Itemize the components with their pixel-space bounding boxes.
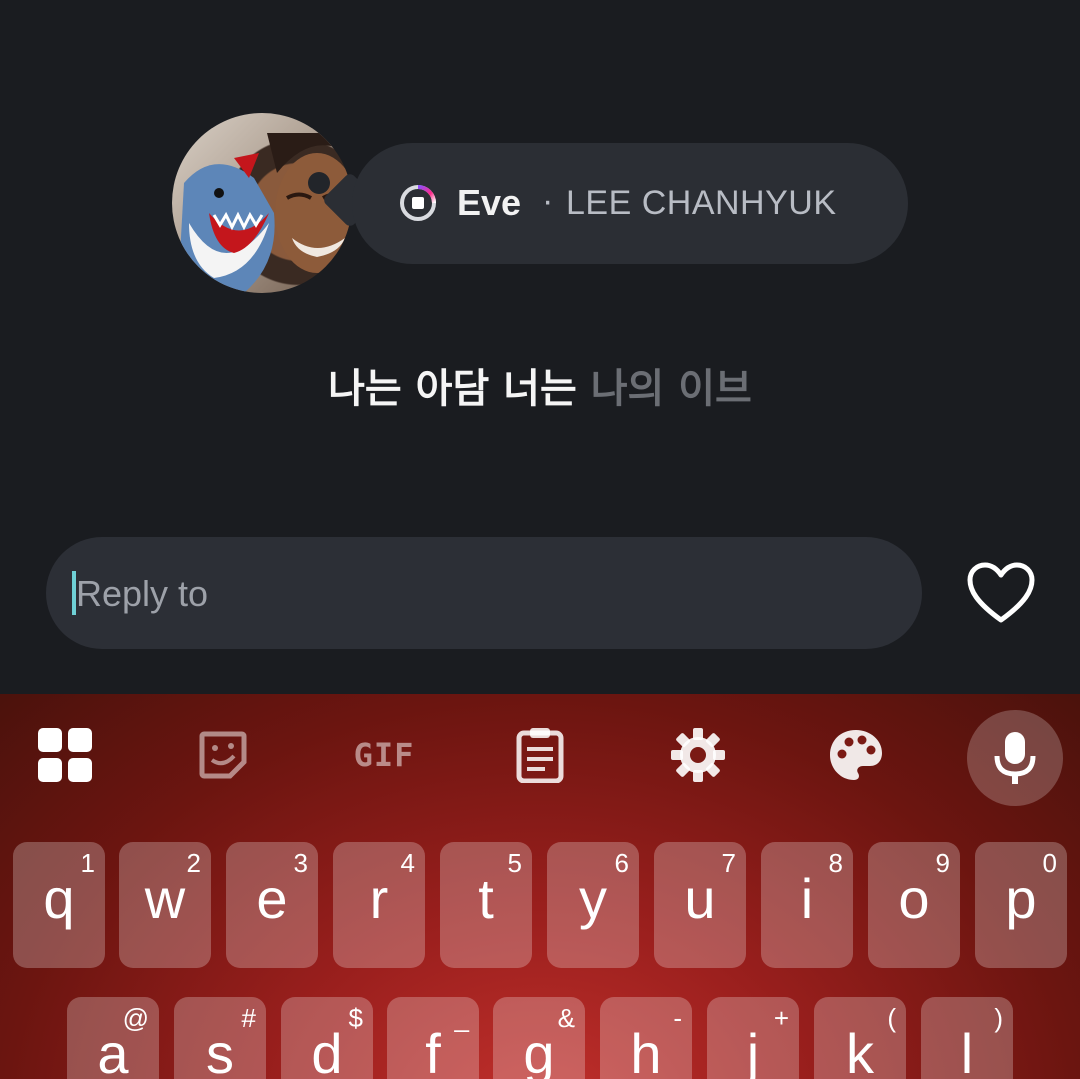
key-label: a: [97, 1022, 129, 1079]
key-label: e: [256, 867, 288, 930]
keyboard: GIF 1 q 2 w 3 e 4 r 5 t 6 y 7 u 8 i 9 o …: [0, 694, 1080, 1079]
lyrics-sung: 나는 아담 너는: [328, 366, 577, 412]
sticker-icon[interactable]: [188, 720, 258, 790]
song-title: Eve: [457, 182, 522, 223]
key-label: g: [523, 1022, 555, 1079]
key-o[interactable]: 9 o: [868, 842, 960, 968]
avatar-status-dot: [308, 172, 330, 194]
clipboard-icon[interactable]: [505, 720, 575, 790]
key-e[interactable]: 3 e: [226, 842, 318, 968]
key-f[interactable]: _ f: [387, 997, 479, 1079]
key-label: i: [800, 867, 814, 930]
key-w[interactable]: 2 w: [119, 842, 211, 968]
key-y[interactable]: 6 y: [547, 842, 639, 968]
key-label: h: [630, 1022, 662, 1079]
key-d[interactable]: $ d: [281, 997, 373, 1079]
microphone-button[interactable]: [967, 710, 1063, 806]
now-playing-bubble[interactable]: Eve · LEE CHANHYUK: [352, 143, 908, 264]
reply-field[interactable]: [46, 537, 922, 649]
lyrics-pending: 나의 이브: [590, 366, 752, 412]
lyrics-line: 나는 아담 너는 나의 이브: [0, 356, 1080, 414]
gif-icon[interactable]: GIF: [346, 720, 422, 790]
key-label: q: [43, 867, 75, 930]
apps-grid-icon[interactable]: [30, 720, 100, 790]
key-label: u: [684, 867, 716, 930]
key-label: s: [206, 1022, 234, 1079]
key-label: r: [369, 867, 389, 930]
settings-icon[interactable]: [663, 720, 733, 790]
key-u[interactable]: 7 u: [654, 842, 746, 968]
key-i[interactable]: 8 i: [761, 842, 853, 968]
key-r[interactable]: 4 r: [333, 842, 425, 968]
palette-icon[interactable]: [821, 720, 891, 790]
key-label: o: [898, 867, 930, 930]
gif-label: GIF: [353, 736, 415, 774]
key-p[interactable]: 0 p: [975, 842, 1067, 968]
key-a[interactable]: @ a: [67, 997, 159, 1079]
music-status-icon: [400, 185, 436, 221]
key-k[interactable]: ( k: [814, 997, 906, 1079]
key-q[interactable]: 1 q: [13, 842, 105, 968]
key-label: t: [478, 867, 494, 930]
artist-separator: ·: [542, 182, 554, 220]
key-l[interactable]: ) l: [921, 997, 1013, 1079]
key-label: j: [746, 1022, 760, 1079]
key-label: d: [311, 1022, 343, 1079]
key-label: l: [960, 1022, 974, 1079]
key-j[interactable]: + j: [707, 997, 799, 1079]
key-label: w: [144, 867, 186, 930]
key-g[interactable]: & g: [493, 997, 585, 1079]
key-s[interactable]: # s: [174, 997, 266, 1079]
key-h[interactable]: - h: [600, 997, 692, 1079]
key-t[interactable]: 5 t: [440, 842, 532, 968]
artist-name: LEE CHANHYUK: [566, 184, 837, 222]
reply-input[interactable]: [74, 561, 878, 627]
key-label: k: [846, 1022, 874, 1079]
key-label: y: [579, 867, 607, 930]
heart-icon[interactable]: [966, 562, 1036, 626]
microphone-icon: [994, 732, 1036, 784]
key-label: f: [425, 1022, 441, 1079]
key-label: p: [1005, 867, 1037, 930]
